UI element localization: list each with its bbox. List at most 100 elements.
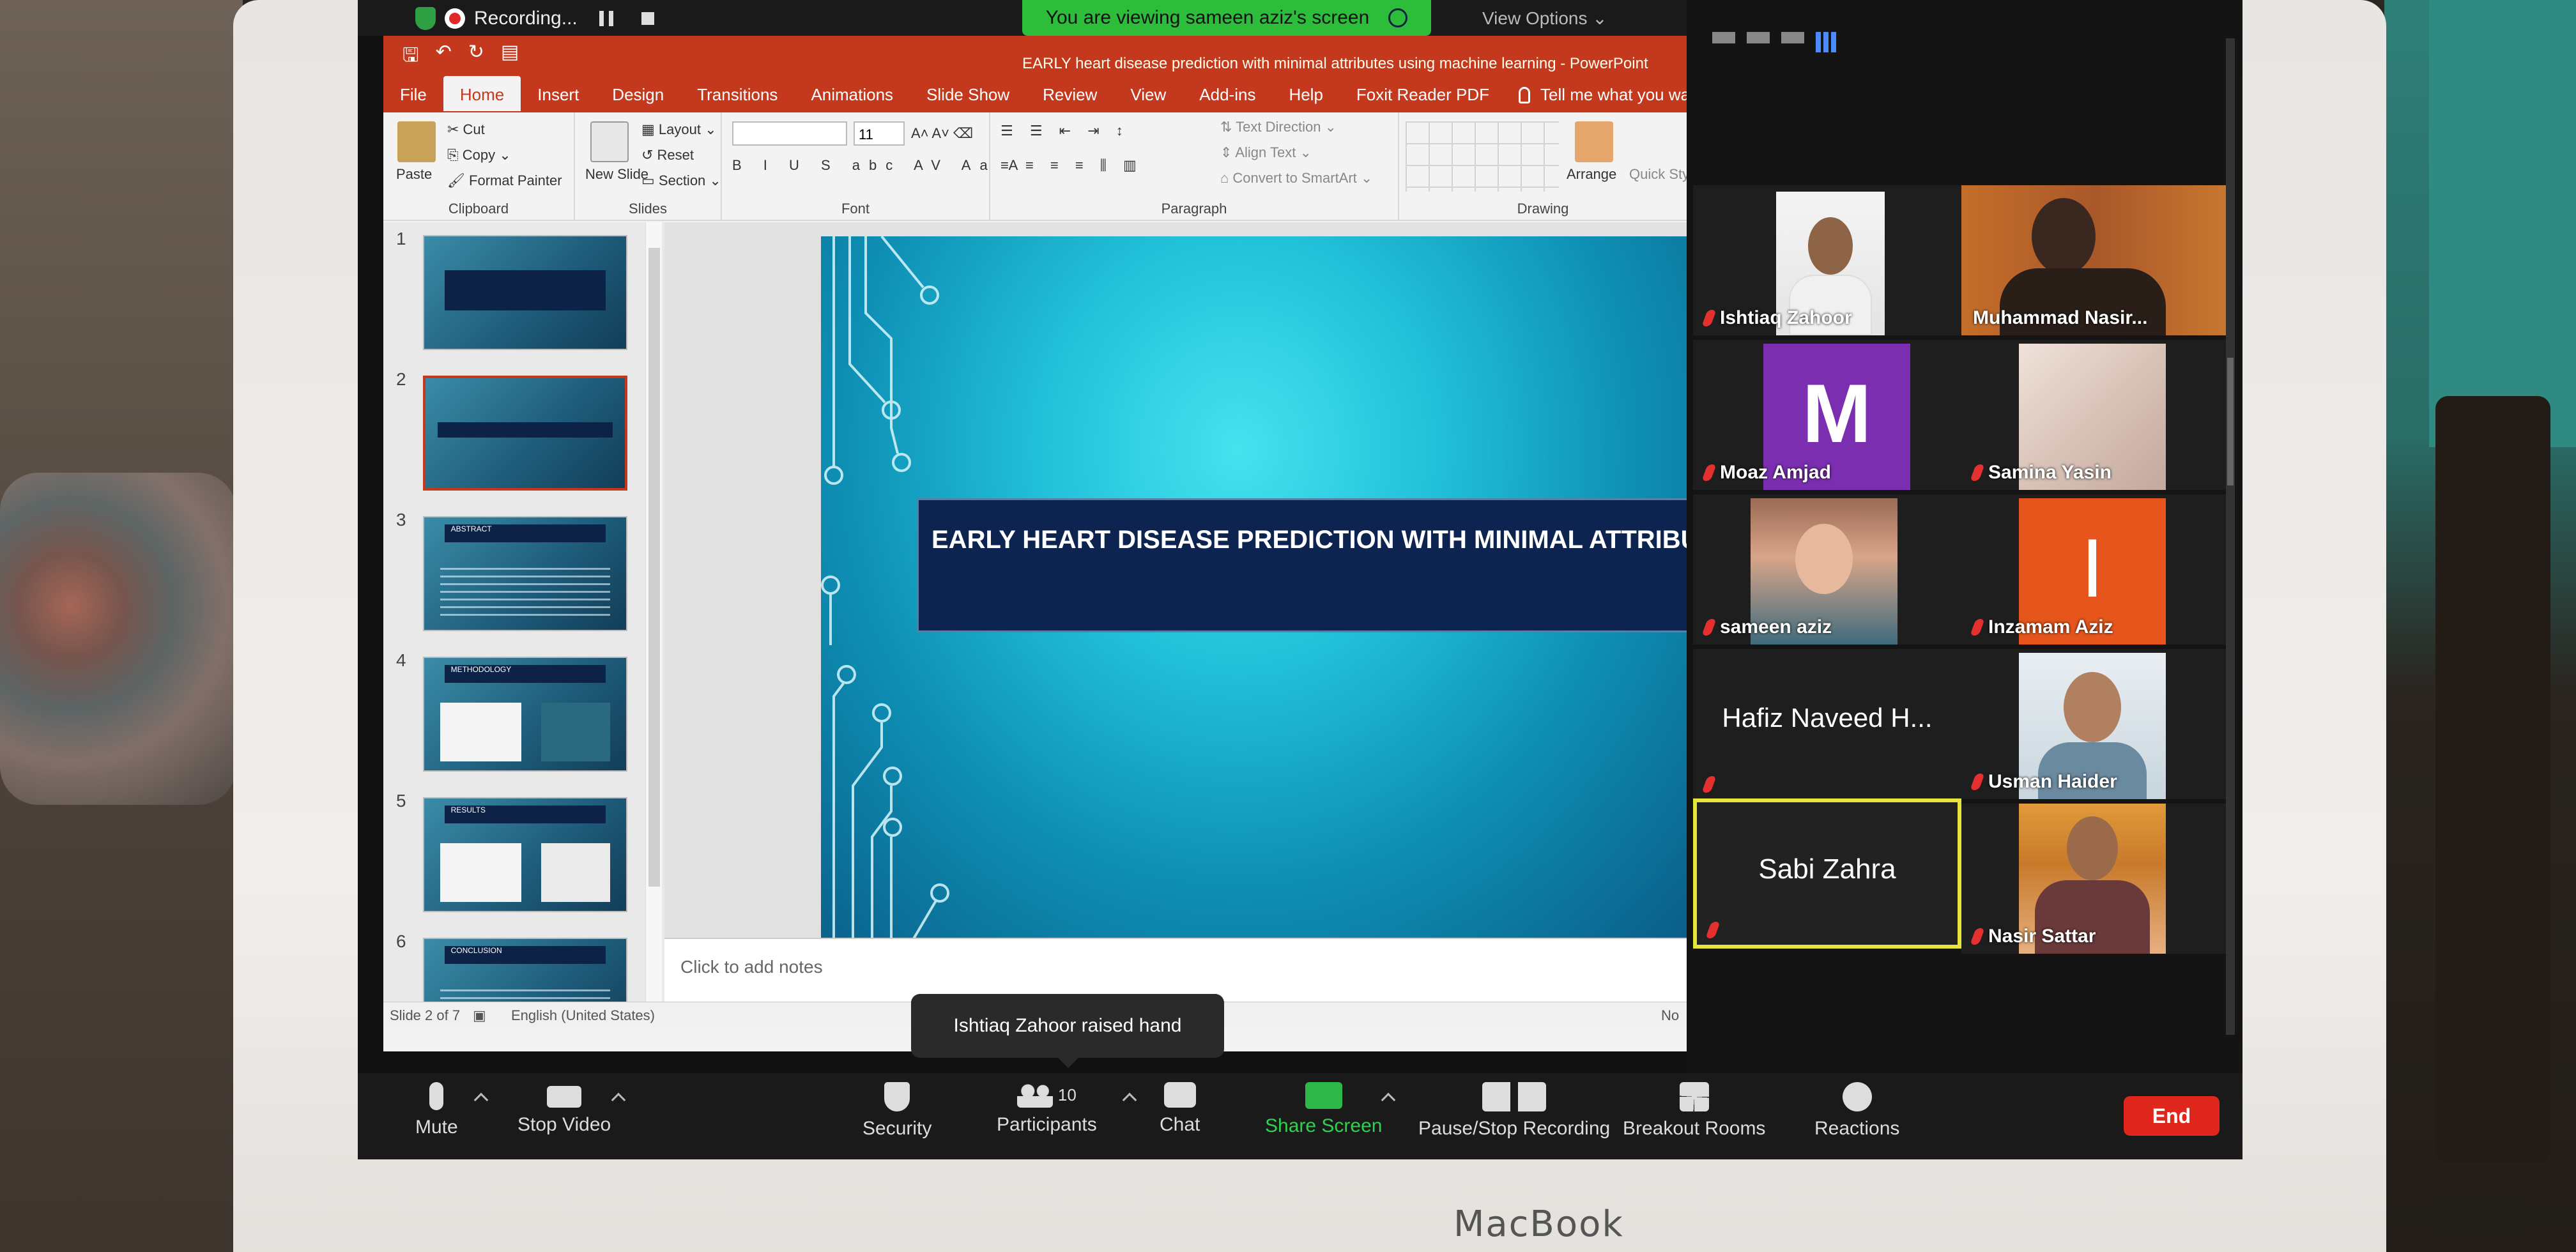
participants-button[interactable]: 10 Participants — [997, 1082, 1097, 1136]
view-thumbnail-icon[interactable] — [1747, 32, 1770, 43]
mute-label: Mute — [415, 1117, 458, 1138]
start-slideshow-icon[interactable]: ▤ — [501, 41, 519, 73]
font-grow-shrink-buttons[interactable]: A˄ A˅ ⌫ — [911, 125, 973, 142]
active-speaker-tile[interactable]: Sabi Zahra — [1693, 798, 1961, 949]
tab-animations[interactable]: Animations — [794, 85, 910, 111]
participant-tile[interactable]: I Inzamam Aziz — [1961, 494, 2230, 645]
tab-insert[interactable]: Insert — [521, 85, 595, 111]
arrange-button[interactable]: Arrange — [1567, 166, 1616, 183]
security-button[interactable]: Security — [862, 1082, 931, 1140]
thumbnail-image: ABSTRACT — [423, 516, 627, 631]
participant-tile[interactable]: Ishtiaq Zahoor — [1693, 185, 1961, 335]
tab-design[interactable]: Design — [595, 85, 680, 111]
shapes-gallery[interactable] — [1406, 121, 1559, 192]
share-screen-button[interactable]: Share Screen — [1265, 1082, 1382, 1137]
redo-icon[interactable]: ↻ — [468, 41, 484, 73]
thumbnail-5[interactable]: 5 RESULTS — [383, 791, 652, 919]
status-notes[interactable]: No — [1661, 1007, 1679, 1024]
reset-button[interactable]: ↺ Reset — [641, 147, 694, 164]
tab-foxit-reader-pdf[interactable]: Foxit Reader PDF — [1340, 85, 1506, 111]
new-slide-button[interactable]: New Slide — [585, 166, 648, 183]
tab-add-ins[interactable]: Add-ins — [1183, 85, 1272, 111]
cut-button[interactable]: ✂ Cut — [447, 121, 485, 138]
copy-button[interactable]: ⎘ Copy ⌄ — [447, 147, 511, 164]
format-painter-button[interactable]: 🖌 Format Painter — [447, 172, 562, 189]
pause-stop-recording-button[interactable]: Pause/Stop Recording — [1418, 1082, 1610, 1140]
participant-tile[interactable]: Usman Haider — [1961, 649, 2230, 799]
text-direction-button[interactable]: ⇅ Text Direction ⌄ — [1220, 119, 1337, 135]
stop-video-button[interactable]: Stop Video — [518, 1082, 611, 1136]
security-shield-icon[interactable] — [415, 7, 436, 30]
end-meeting-button[interactable]: End — [2124, 1096, 2220, 1136]
view-strip-icon[interactable] — [1712, 32, 1735, 43]
audio-options-caret-icon[interactable] — [473, 1092, 489, 1108]
paste-button[interactable]: Paste — [396, 166, 432, 183]
participant-tile[interactable]: Nasir Sattar — [1961, 804, 2230, 954]
stop-recording-icon[interactable] — [641, 12, 654, 25]
participants-options-caret-icon[interactable] — [1122, 1092, 1137, 1108]
toast-text: Ishtiaq Zahoor raised hand — [953, 1015, 1182, 1036]
thumbnail-number: 3 — [396, 510, 406, 530]
close-banner-icon[interactable] — [1388, 8, 1408, 27]
align-text-button[interactable]: ⇕ Align Text ⌄ — [1220, 144, 1312, 161]
chair — [2435, 396, 2550, 1163]
undo-icon[interactable]: ↶ — [436, 41, 452, 73]
tab-file[interactable]: File — [383, 85, 443, 111]
pause-recording-icon[interactable] — [599, 11, 613, 26]
reactions-button[interactable]: Reactions — [1814, 1082, 1899, 1140]
mute-button[interactable]: Mute — [415, 1082, 458, 1138]
share-options-caret-icon[interactable] — [1381, 1092, 1396, 1108]
thumbnails-scrollbar[interactable] — [645, 222, 662, 1021]
new-slide-icon[interactable] — [590, 121, 629, 162]
participant-tile[interactable]: sameen aziz — [1693, 494, 1961, 645]
breakout-rooms-label: Breakout Rooms — [1623, 1118, 1766, 1139]
tab-view[interactable]: View — [1114, 85, 1183, 111]
participant-tile[interactable]: Muhammad Nasir... — [1961, 185, 2230, 335]
thumbnail-4[interactable]: 4 METHODOLOGY — [383, 650, 652, 778]
chat-button[interactable]: Chat — [1160, 1082, 1200, 1136]
font-name-field[interactable] — [732, 121, 847, 146]
tab-transitions[interactable]: Transitions — [680, 85, 794, 111]
view-options-button[interactable]: View Options ⌄ — [1482, 8, 1607, 29]
paste-icon[interactable] — [397, 121, 436, 162]
recording-label: Recording... — [474, 8, 578, 29]
breakout-rooms-button[interactable]: Breakout Rooms — [1623, 1082, 1765, 1140]
powerpoint-window: 🖫 ↶ ↻ ▤ EARLY heart disease prediction w… — [383, 36, 1745, 1051]
view-speaker-icon[interactable] — [1781, 32, 1804, 43]
video-options-caret-icon[interactable] — [611, 1092, 626, 1108]
save-icon[interactable]: 🖫 — [402, 41, 419, 73]
thumbnail-1[interactable]: 1 — [383, 229, 652, 356]
font-size-field[interactable]: 11 — [854, 121, 905, 146]
gallery-scrollbar[interactable] — [2226, 38, 2235, 1035]
font-style-buttons[interactable]: B I U S abc AV Aa A — [732, 157, 1027, 174]
chat-label: Chat — [1160, 1114, 1200, 1135]
share-screen-icon — [1305, 1082, 1342, 1109]
tab-review[interactable]: Review — [1026, 85, 1114, 111]
participant-tile[interactable]: M Moaz Amjad — [1693, 340, 1961, 490]
section-button[interactable]: ▭ Section ⌄ — [641, 172, 721, 189]
security-label: Security — [862, 1118, 932, 1139]
view-options-label: View Options — [1482, 8, 1588, 28]
notes-pane[interactable]: Click to add notes — [664, 938, 1687, 1002]
group-font: 11 A˄ A˅ ⌫ B I U S abc AV Aa A Font — [722, 112, 1018, 221]
thumbnail-2[interactable]: 2 — [383, 369, 652, 497]
quick-access-toolbar: 🖫 ↶ ↻ ▤ — [402, 41, 519, 73]
participant-tile[interactable]: Hafiz Naveed H... — [1693, 649, 1961, 799]
slide-title-box[interactable]: EARLY HEART DISEASE PREDICTION WITH MINI… — [917, 498, 1690, 632]
thumbnail-3[interactable]: 3 ABSTRACT — [383, 510, 652, 637]
align-buttons[interactable]: ≡ ≡ ≡ ≡ ⫼ ▥ — [1000, 157, 1143, 174]
thumbnail-image-selected — [423, 376, 627, 491]
tab-home[interactable]: Home — [443, 76, 521, 111]
spellcheck-icon[interactable]: ▣ — [473, 1007, 486, 1024]
group-paragraph: ☰ ☰ ⇤ ⇥ ↕ ≡ ≡ ≡ ≡ ⫼ ▥ ⇅ Text Direction ⌄… — [990, 112, 1399, 221]
convert-smartart-button[interactable]: ⌂ Convert to SmartArt ⌄ — [1220, 170, 1372, 187]
layout-button[interactable]: ▦ Layout ⌄ — [641, 121, 717, 138]
current-slide[interactable]: EARLY HEART DISEASE PREDICTION WITH MINI… — [821, 236, 1690, 944]
participant-tile[interactable]: Samina Yasin — [1961, 340, 2230, 490]
status-language[interactable]: English (United States) — [511, 1007, 655, 1024]
tab-help[interactable]: Help — [1272, 85, 1339, 111]
gallery-grid-icon[interactable] — [1816, 32, 1836, 52]
list-buttons[interactable]: ☰ ☰ ⇤ ⇥ ↕ — [1000, 123, 1130, 139]
tab-slide-show[interactable]: Slide Show — [910, 85, 1026, 111]
arrange-icon[interactable] — [1575, 121, 1613, 162]
